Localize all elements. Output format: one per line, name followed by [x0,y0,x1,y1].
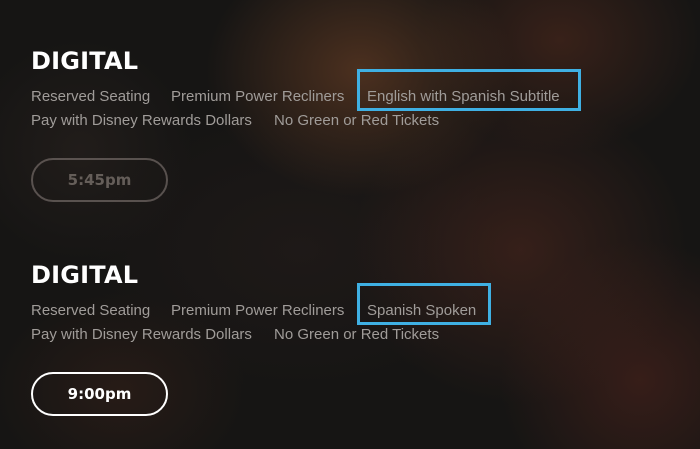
amenity-disney-rewards: Pay with Disney Rewards Dollars [31,326,252,343]
showtime-button[interactable]: 9:00pm [31,372,168,416]
amenity-power-recliners: Premium Power Recliners [171,88,345,105]
amenity-reserved-seating: Reserved Seating [31,302,151,319]
amenities-row-2: Pay with Disney Rewards Dollars No Green… [31,323,439,347]
amenities-row-1: Reserved Seating Premium Power Recliners… [31,85,560,109]
language-highlight-box [357,69,581,111]
format-title: DIGITAL [31,47,139,75]
amenities-row-1: Reserved Seating Premium Power Recliners… [31,299,476,323]
showtime-button-disabled: 5:45pm [31,158,168,202]
showing-section-2: DIGITAL Reserved Seating Premium Power R… [31,260,476,347]
language-highlight-box [357,283,491,325]
amenities-row-2: Pay with Disney Rewards Dollars No Green… [31,109,439,133]
amenity-disney-rewards: Pay with Disney Rewards Dollars [31,112,252,129]
amenity-ticket-restriction: No Green or Red Tickets [274,112,440,129]
amenity-ticket-restriction: No Green or Red Tickets [274,326,440,343]
amenity-power-recliners: Premium Power Recliners [171,302,345,319]
showing-section-1: DIGITAL Reserved Seating Premium Power R… [31,46,560,133]
amenity-reserved-seating: Reserved Seating [31,88,151,105]
format-title: DIGITAL [31,261,139,289]
